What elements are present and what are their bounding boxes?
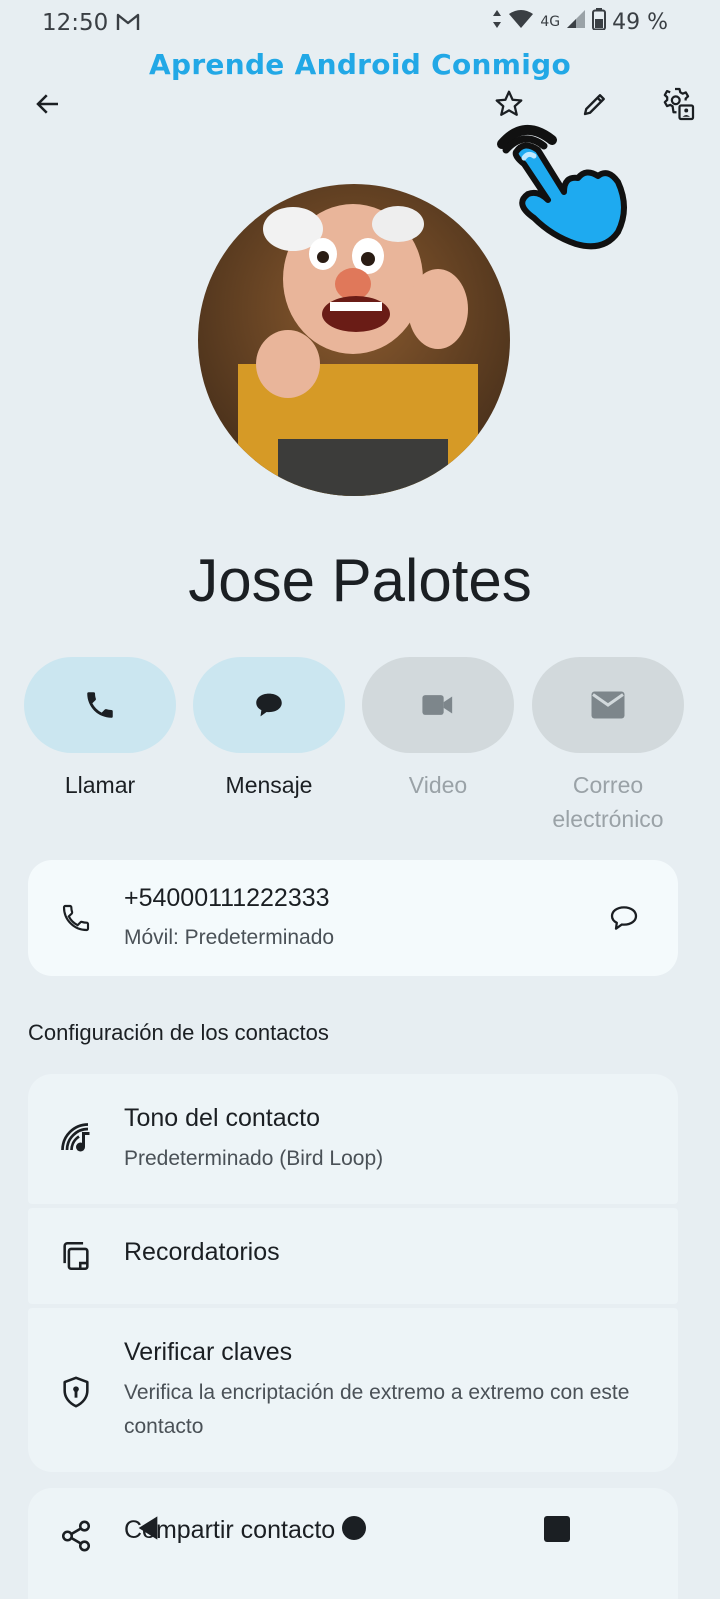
settings-person-icon xyxy=(663,87,695,121)
message-label: Mensaje xyxy=(225,772,313,798)
contact-avatar[interactable] xyxy=(198,184,510,496)
call-label: Llamar xyxy=(64,772,136,798)
back-button[interactable] xyxy=(24,80,72,128)
battery-icon xyxy=(592,8,607,36)
ringtone-icon xyxy=(56,1118,96,1158)
video-icon xyxy=(422,695,453,715)
network-type: 4G xyxy=(540,14,561,30)
shield-lock-icon xyxy=(56,1372,96,1412)
wifi-icon xyxy=(508,9,534,35)
video-label: Video xyxy=(408,772,468,798)
nav-back-button[interactable] xyxy=(134,1514,162,1546)
arrow-back-icon xyxy=(36,94,58,114)
verify-keys-title: Verificar claves xyxy=(124,1338,293,1366)
video-button[interactable] xyxy=(362,657,514,753)
email-label: Correo electrónico xyxy=(552,772,664,832)
nav-recents-button[interactable] xyxy=(544,1516,570,1542)
contact-name: Jose Palotes xyxy=(188,547,532,614)
message-icon xyxy=(256,693,282,717)
contact-settings-button[interactable] xyxy=(654,80,702,128)
call-button[interactable] xyxy=(24,657,176,753)
watermark-text: Aprende Android Conmigo xyxy=(149,48,571,81)
status-time: 12:50 xyxy=(42,10,109,36)
ringtone-title: Tono del contacto xyxy=(124,1104,320,1132)
triangle-back-icon xyxy=(138,1516,158,1540)
reminders-title: Recordatorios xyxy=(124,1238,280,1266)
section-title: Configuración de los contactos xyxy=(28,1020,329,1045)
battery-percent: 49 % xyxy=(612,9,668,35)
verify-keys-sub: Verifica la encriptación de extremo a ex… xyxy=(124,1381,630,1438)
ringtone-item[interactable] xyxy=(28,1074,678,1204)
ringtone-value: Predeterminado (Bird Loop) xyxy=(124,1147,384,1170)
message-outline-icon xyxy=(610,906,638,930)
status-icons: 4G 49 % xyxy=(492,8,668,36)
phone-number: +54000111222333 xyxy=(124,884,330,912)
pointing-hand-icon xyxy=(494,112,634,256)
reminders-icon xyxy=(56,1236,96,1276)
message-button[interactable] xyxy=(193,657,345,753)
share-icon xyxy=(56,1516,96,1556)
send-message-button[interactable] xyxy=(600,894,648,942)
gmail-icon xyxy=(116,12,140,36)
phone-outline-icon xyxy=(56,898,96,938)
nav-home-button[interactable] xyxy=(342,1516,366,1540)
email-button[interactable] xyxy=(532,657,684,753)
phone-card[interactable] xyxy=(28,860,678,976)
data-arrows-icon xyxy=(492,9,502,35)
phone-type: Móvil: Predeterminado xyxy=(124,926,335,949)
cell-signal-icon xyxy=(566,9,586,35)
mail-icon xyxy=(591,691,625,719)
phone-icon xyxy=(87,692,113,718)
